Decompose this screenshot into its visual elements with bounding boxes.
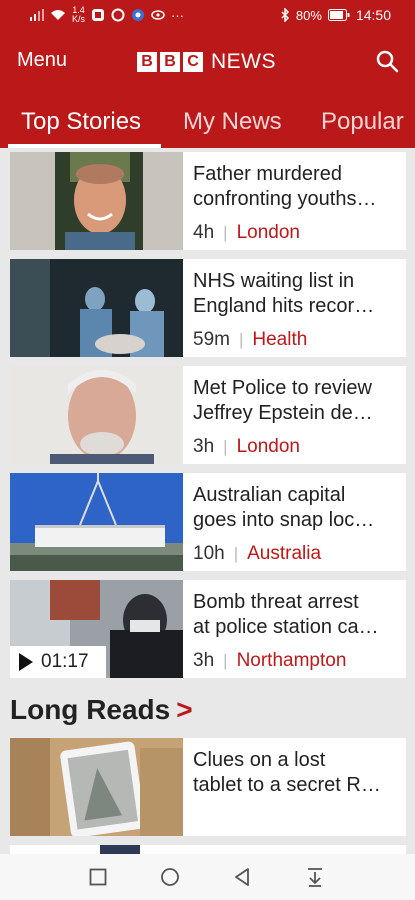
meta-divider: | (223, 651, 228, 670)
story-card[interactable]: NHS waiting list in England hits recor… … (10, 259, 406, 357)
story-headline: Met Police to review Jeffrey Epstein de… (193, 377, 373, 424)
meta-divider: | (223, 437, 228, 456)
wifi-icon (51, 10, 65, 20)
app-notification-icon (92, 9, 105, 21)
chevron-right-icon: > (176, 694, 193, 725)
clock: 14:50 (355, 7, 391, 23)
bbc-news-logo: B B C NEWS (137, 50, 276, 74)
app-bar: Menu B B C NEWS (0, 30, 415, 90)
story-topic-link[interactable]: London (237, 222, 300, 244)
next-card-peek (10, 845, 406, 854)
story-meta: 4h | London (193, 222, 300, 244)
bluetooth-icon (281, 8, 289, 22)
home-icon[interactable] (160, 867, 180, 887)
story-meta: 3h | London (193, 436, 300, 458)
story-meta: 59m | Health (193, 329, 307, 351)
story-thumbnail (10, 738, 183, 836)
notification-shade-icon[interactable] (306, 866, 324, 888)
story-card[interactable]: Met Police to review Jeffrey Epstein de…… (10, 366, 406, 464)
tab-my-news[interactable]: My News (183, 108, 282, 136)
globe-notification-icon (132, 9, 145, 21)
story-card[interactable]: Father murdered confronting youths… 4h |… (10, 152, 406, 250)
signal-icon (30, 9, 44, 21)
meta-divider: | (238, 330, 244, 349)
section-tabs: Top Stories My News Popular (0, 90, 415, 148)
menu-button[interactable]: Menu (17, 49, 67, 72)
story-headline: Father murdered confronting youths… (193, 163, 377, 210)
tab-popular[interactable]: Popular (321, 108, 404, 136)
story-topic-link[interactable]: Northampton (237, 650, 347, 672)
story-time: 10h (193, 543, 225, 564)
more-notifications-icon: ··· (171, 7, 185, 23)
story-headline: Bomb threat arrest at police station ca… (193, 591, 379, 638)
story-thumbnail (10, 473, 183, 571)
long-reads-heading[interactable]: Long Reads > (10, 694, 193, 726)
recent-apps-icon[interactable] (89, 868, 107, 886)
story-headline: NHS waiting list in England hits recor… (193, 270, 375, 317)
story-card[interactable]: Australian capital goes into snap loc… 1… (10, 473, 406, 571)
story-topic-link[interactable]: Health (252, 329, 307, 351)
video-duration: 01:17 (41, 651, 89, 672)
meta-divider: | (233, 544, 239, 563)
story-headline: Australian capital goes into snap loc… (193, 484, 375, 531)
story-thumbnail (10, 152, 183, 250)
story-meta: 10h | Australia (193, 543, 321, 565)
search-icon[interactable] (375, 49, 399, 73)
story-topic-link[interactable]: Australia (247, 543, 321, 565)
active-tab-indicator (8, 144, 161, 148)
story-time: 3h (193, 436, 215, 457)
story-thumbnail (10, 259, 183, 357)
video-badge[interactable]: 01:17 (10, 646, 106, 678)
story-time: 59m (193, 329, 230, 350)
story-time: 3h (193, 650, 215, 671)
battery-icon (327, 9, 350, 21)
system-nav-bar (0, 854, 415, 900)
story-time: 4h (193, 222, 215, 243)
story-thumbnail (10, 366, 183, 464)
story-topic-link[interactable]: London (237, 436, 300, 458)
long-read-card[interactable]: Clues on a lost tablet to a secret R… (10, 738, 406, 836)
story-thumbnail: 01:17 (10, 580, 183, 678)
story-headline: Clues on a lost tablet to a secret R… (193, 749, 381, 796)
story-card[interactable]: 01:17 Bomb threat arrest at police stati… (10, 580, 406, 678)
play-icon (19, 653, 33, 671)
network-speed: 1.4 K/s (72, 5, 86, 24)
back-icon[interactable] (233, 867, 251, 887)
story-meta: 3h | Northampton (193, 650, 346, 672)
battery-percentage: 80% (295, 7, 322, 23)
meta-divider: | (223, 223, 228, 242)
status-bar: 1.4 K/s ··· 80% 14:50 (0, 0, 415, 30)
thumbnail-peek (100, 845, 140, 854)
eye-notification-icon (151, 10, 165, 20)
circle-notification-icon (111, 8, 125, 22)
tab-top-stories[interactable]: Top Stories (21, 108, 141, 136)
